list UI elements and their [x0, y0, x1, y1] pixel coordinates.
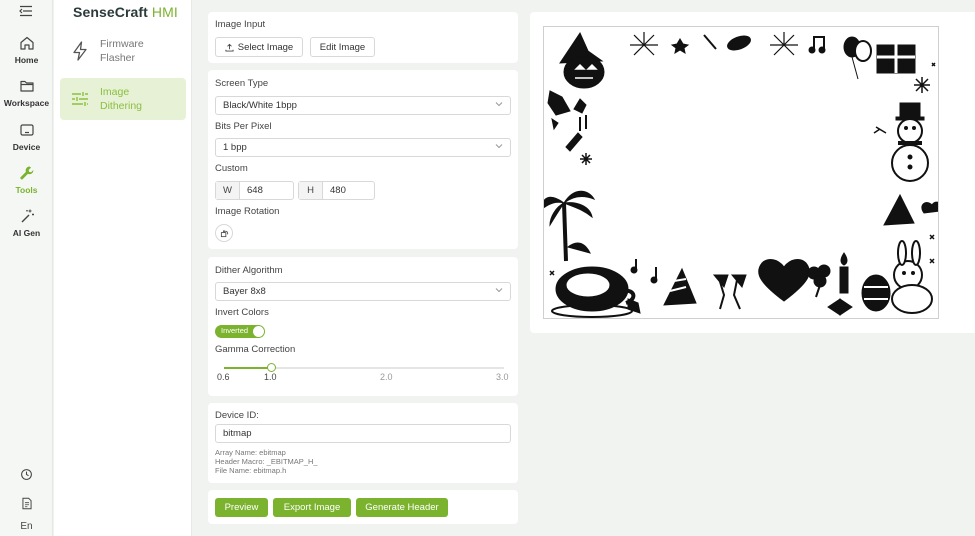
rail-item-ai-gen[interactable]: AI Gen — [0, 208, 53, 238]
magic-wand-icon — [21, 209, 34, 223]
folder-icon — [19, 80, 34, 92]
brand-accent: HMI — [151, 4, 178, 20]
home-icon — [19, 36, 34, 50]
chevron-down-icon — [495, 144, 503, 149]
generate-header-button[interactable]: Generate Header — [356, 498, 448, 517]
gamma-tick-min: 0.6 — [217, 372, 230, 382]
edit-image-button[interactable]: Edit Image — [310, 37, 375, 57]
chevron-down-icon — [495, 102, 503, 107]
rail-item-home[interactable]: Home — [0, 35, 53, 65]
rail-label: AI Gen — [12, 228, 41, 238]
custom-label: Custom — [215, 163, 248, 174]
device-icon — [19, 124, 34, 136]
select-image-label: Select Image — [237, 41, 294, 53]
chevron-down-icon — [495, 288, 503, 293]
document-icon — [21, 497, 32, 510]
sidebar-item-label: Firmware Flasher — [100, 38, 144, 64]
gamma-tick-2: 2.0 — [380, 372, 393, 382]
dither-algorithm-label: Dither Algorithm — [215, 265, 283, 276]
file-name-text: File Name: ebitmap.h — [215, 466, 287, 475]
screen-type-select[interactable]: Black/White 1bpp — [215, 96, 511, 115]
height-field[interactable]: H 480 — [298, 181, 375, 200]
export-image-button[interactable]: Export Image — [273, 498, 351, 517]
edit-image-label: Edit Image — [319, 41, 366, 53]
holiday-doodle-border-image — [544, 31, 938, 318]
brand-logo: SenseCraft HMI — [73, 4, 178, 20]
device-id-input[interactable]: bitmap — [215, 424, 511, 443]
gamma-slider-fill — [224, 367, 271, 369]
sidebar-item-image-dithering[interactable]: Image Dithering — [60, 78, 186, 120]
collapse-menu-icon[interactable] — [17, 3, 35, 19]
gamma-correction-label: Gamma Correction — [215, 344, 296, 355]
image-input-label: Image Input — [215, 19, 266, 30]
dithered-preview-image — [543, 26, 939, 319]
device-id-label: Device ID: — [215, 410, 259, 421]
upload-icon — [225, 43, 234, 52]
bpp-value: 1 bpp — [223, 142, 247, 153]
language-switch[interactable]: En — [0, 521, 53, 532]
docs-button[interactable] — [0, 497, 53, 515]
height-value: 480 — [330, 185, 346, 196]
screen-type-label: Screen Type — [215, 78, 269, 89]
nav-rail: Home Workspace Device Tools AI Gen En — [0, 0, 53, 536]
sidebar-item-label: Image Dithering — [100, 86, 143, 112]
rail-item-tools[interactable]: Tools — [0, 165, 53, 195]
rotate-image-button[interactable] — [215, 224, 233, 242]
screen-type-value: Black/White 1bpp — [223, 100, 297, 111]
invert-colors-label: Invert Colors — [215, 307, 269, 318]
gamma-slider-handle[interactable] — [267, 363, 276, 372]
history-button[interactable] — [0, 468, 53, 486]
bpp-select[interactable]: 1 bpp — [215, 138, 511, 157]
height-tag: H — [299, 182, 323, 199]
sliders-icon — [72, 92, 88, 106]
dither-algorithm-value: Bayer 8x8 — [223, 286, 266, 297]
toggle-knob — [253, 326, 264, 337]
width-value: 648 — [247, 185, 263, 196]
rail-item-workspace[interactable]: Workspace — [0, 78, 53, 108]
rail-item-device[interactable]: Device — [0, 122, 53, 152]
rail-label: Home — [14, 55, 39, 65]
rail-label: Tools — [15, 185, 38, 195]
dither-algorithm-select[interactable]: Bayer 8x8 — [215, 282, 511, 301]
bpp-label: Bits Per Pixel — [215, 121, 272, 132]
rail-label: Workspace — [3, 98, 50, 108]
history-icon — [21, 469, 32, 480]
invert-toggle-text: Inverted — [221, 326, 249, 335]
select-image-button[interactable]: Select Image — [215, 37, 303, 57]
tools-sidebar: SenseCraft HMI Firmware Flasher Image Di… — [54, 0, 192, 536]
rotate-icon — [220, 229, 228, 237]
gamma-tick-max: 3.0 — [496, 372, 509, 382]
brand-name: SenseCraft — [73, 4, 148, 20]
rail-label: Device — [12, 142, 41, 152]
wrench-icon — [19, 166, 33, 180]
gamma-tick-current: 1.0 — [264, 372, 277, 382]
preview-button[interactable]: Preview — [215, 498, 268, 517]
lightning-icon — [73, 41, 87, 61]
invert-colors-toggle[interactable]: Inverted — [215, 325, 265, 338]
sidebar-item-firmware-flasher[interactable]: Firmware Flasher — [60, 30, 186, 72]
width-field[interactable]: W 648 — [215, 181, 294, 200]
width-tag: W — [216, 182, 240, 199]
image-rotation-label: Image Rotation — [215, 206, 280, 217]
